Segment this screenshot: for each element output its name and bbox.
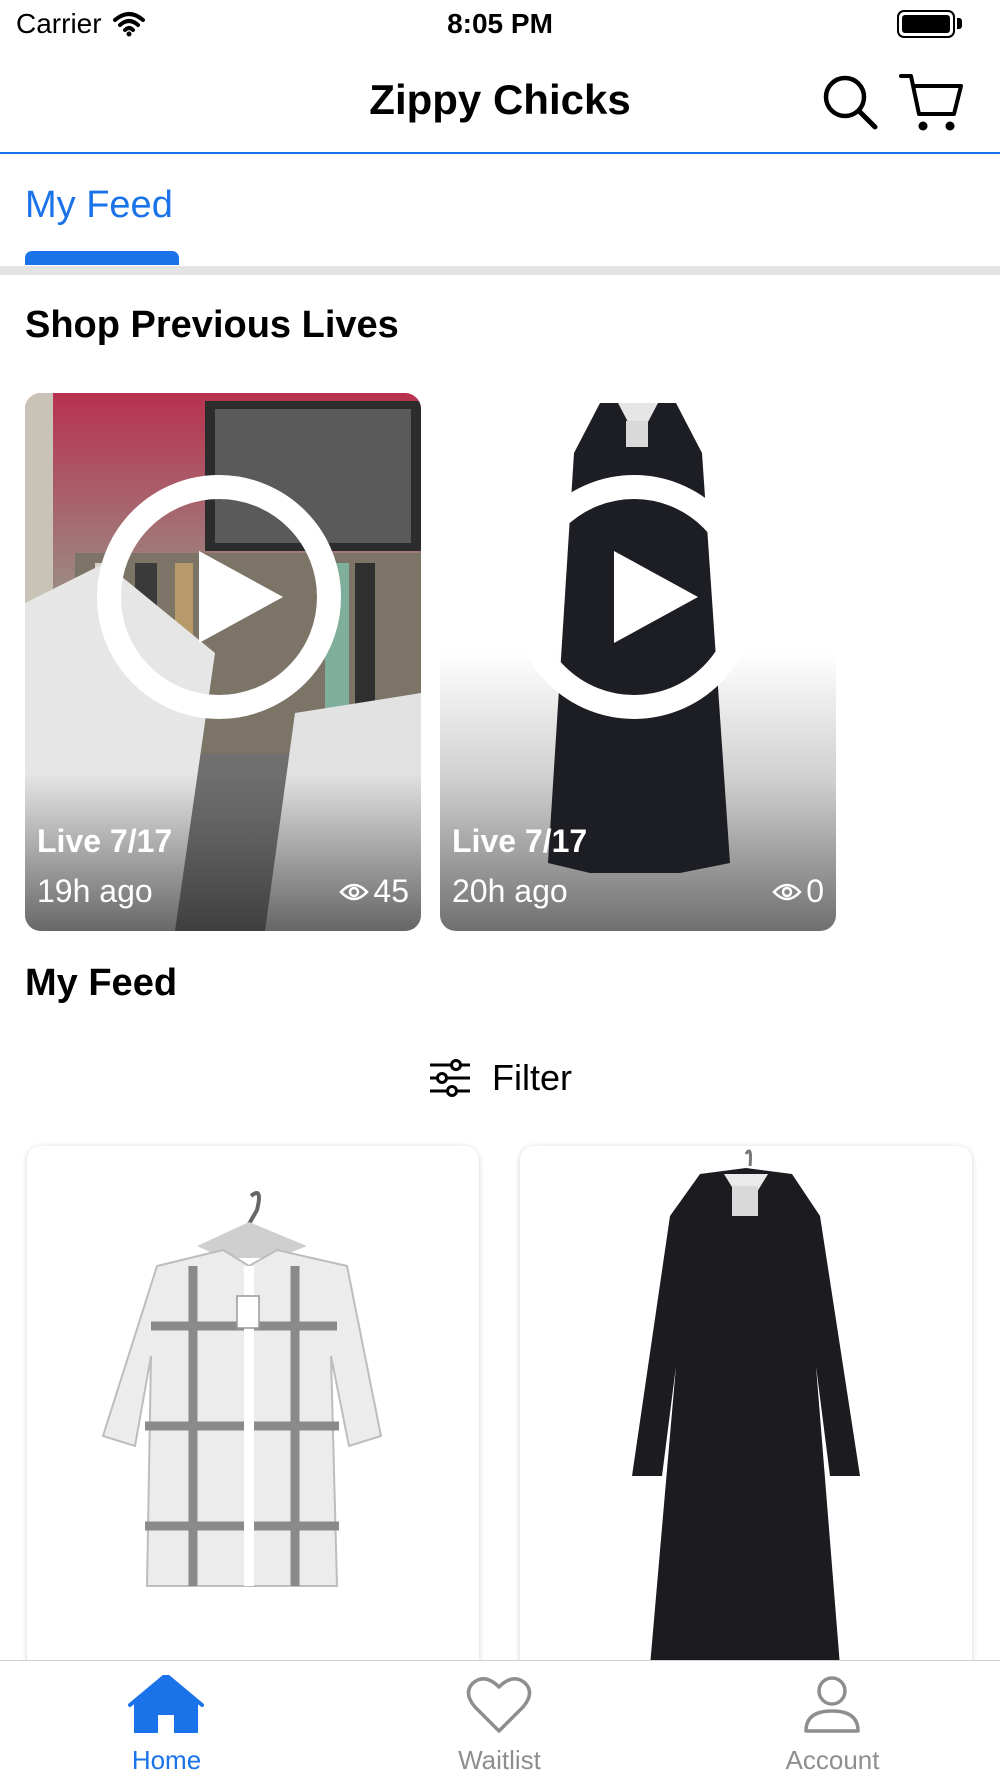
- sliders-icon: [430, 1059, 470, 1097]
- home-icon: [128, 1675, 204, 1733]
- live-card[interactable]: Live 7/17 19h ago 45: [25, 393, 421, 931]
- filter-button[interactable]: Filter: [0, 1050, 1000, 1106]
- tab-indicator: [25, 251, 179, 265]
- product-image-blouse: [101, 1191, 383, 1587]
- tab-home-label: Home: [131, 1745, 202, 1775]
- view-count: 0: [806, 873, 824, 909]
- live-label: Live 7/17: [37, 823, 173, 859]
- tab-my-feed[interactable]: My Feed: [25, 184, 173, 227]
- live-label: Live 7/17: [452, 823, 588, 859]
- eye-icon: [339, 883, 370, 900]
- previous-lives-title: Shop Previous Lives: [25, 304, 399, 346]
- tab-divider: [0, 266, 1000, 275]
- status-time: 8:05 PM: [447, 8, 553, 39]
- heart-icon: [466, 1677, 532, 1733]
- bottom-tab-bar: Home Waitlist Account: [0, 1660, 1000, 1778]
- nav-bar: Zippy Chicks: [0, 50, 1000, 154]
- status-bar: Carrier 8:05 PM: [0, 0, 1000, 50]
- live-views: 0: [772, 873, 824, 910]
- view-count: 45: [373, 873, 409, 909]
- product-image-dress: [632, 1149, 860, 1666]
- cart-icon[interactable]: [898, 70, 964, 134]
- tab-account-label: Account: [785, 1745, 880, 1775]
- tab-waitlist[interactable]: Waitlist: [333, 1661, 666, 1778]
- my-feed-title: My Feed: [25, 962, 178, 1004]
- feed-tab-row: My Feed: [0, 156, 1000, 274]
- tab-waitlist-label: Waitlist: [458, 1745, 541, 1775]
- feed-item-card[interactable]: [27, 1146, 479, 1706]
- live-views: 45: [339, 873, 409, 910]
- filter-label: Filter: [492, 1057, 572, 1098]
- play-icon[interactable]: [97, 475, 341, 719]
- live-age: 19h ago: [37, 873, 153, 909]
- eye-icon: [772, 883, 802, 900]
- tab-home[interactable]: Home: [0, 1661, 333, 1778]
- live-age: 20h ago: [452, 873, 568, 909]
- feed-item-card[interactable]: [520, 1146, 972, 1706]
- search-icon[interactable]: [820, 72, 880, 132]
- play-icon[interactable]: [512, 475, 756, 719]
- tab-account[interactable]: Account: [666, 1661, 999, 1778]
- live-card[interactable]: Live 7/17 20h ago 0: [440, 393, 836, 931]
- battery-icon: [897, 10, 955, 38]
- account-icon: [804, 1676, 860, 1733]
- battery-cap: [957, 18, 962, 29]
